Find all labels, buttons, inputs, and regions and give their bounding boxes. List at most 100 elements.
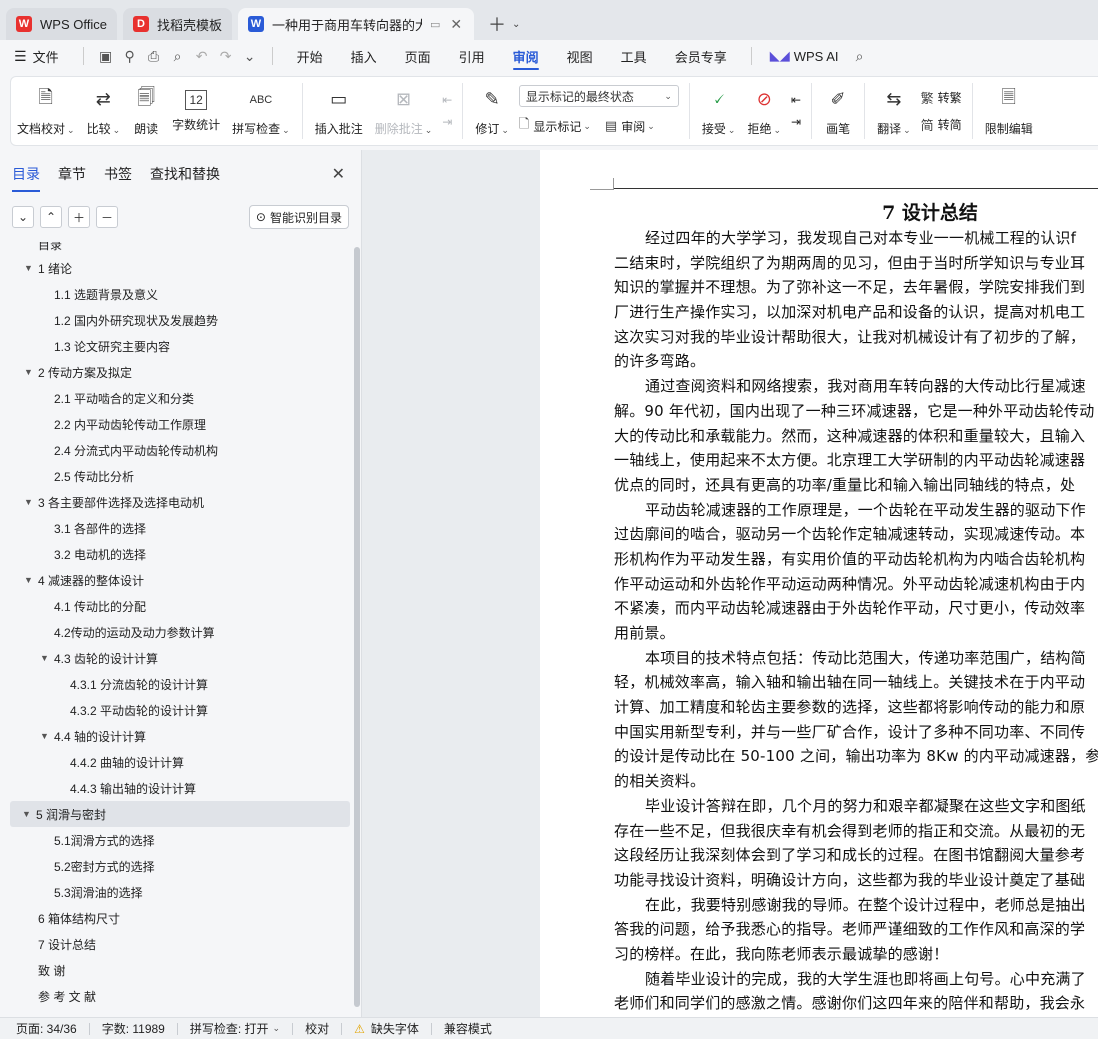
menu-tools[interactable]: 工具 <box>607 40 661 72</box>
document-body[interactable]: 经过四年的大学学习，我发现自己对本专业一一机械工程的认识f 二结束时，学院组织了为… <box>614 226 1098 1016</box>
menu-references[interactable]: 引用 <box>445 40 499 72</box>
wps-ai-button[interactable]: ◣◢ WPS AI <box>770 48 839 64</box>
menu-page[interactable]: 页面 <box>391 40 445 72</box>
toc-item[interactable]: 6 箱体结构尺寸 <box>0 905 352 931</box>
restrict-edit-button[interactable]: 🗏 限制编辑 <box>979 79 1039 143</box>
more-chevron-icon[interactable]: ⌄ <box>241 47 259 65</box>
review-pane-button[interactable]: ▤ 审阅 ⌄ <box>605 115 655 137</box>
previous-comment-icon[interactable]: ⇤ <box>442 93 452 107</box>
save-icon[interactable]: ▣ <box>97 47 115 65</box>
redo-icon[interactable]: ↷ <box>217 47 235 65</box>
document-page[interactable]: 7 设计总结 经过四年的大学学习，我发现自己对本专业一一机械工程的认识f 二结束时… <box>540 150 1098 1017</box>
tab-bookmarks[interactable]: 书签 <box>104 150 132 198</box>
toc-item[interactable]: 参 考 文 献 <box>0 983 352 1009</box>
toc-item[interactable]: 4.1 传动比的分配 <box>0 593 352 619</box>
toc-item[interactable]: 7 设计总结 <box>0 931 352 957</box>
spell-check-status[interactable]: 拼写检查: 打开 ⌄ <box>190 1020 280 1037</box>
collapse-arrow-icon[interactable]: ▼ <box>22 809 36 819</box>
search-icon[interactable]: ⌕ <box>851 47 869 65</box>
toc-item[interactable]: ▼ 4.3 齿轮的设计计算 <box>0 645 352 671</box>
proofread-status[interactable]: 校对 <box>305 1020 329 1037</box>
toc-scrollbar[interactable] <box>354 242 360 1012</box>
tab-screen-icon[interactable]: ▭ <box>430 18 440 31</box>
markup-select[interactable]: 显示标记的最终状态 ⌄ <box>518 85 679 107</box>
scrollbar-thumb[interactable] <box>354 247 360 1007</box>
brush-button[interactable]: ✐ 画笔 <box>818 79 858 143</box>
toc-item[interactable]: 1.1 选题背景及意义 <box>0 281 352 307</box>
toc-item[interactable]: ▼ 2 传动方案及拟定 <box>0 359 352 385</box>
close-tab-icon[interactable]: ✕ <box>450 16 462 33</box>
reject-button[interactable]: ⊘ 拒绝 ⌄ <box>741 79 787 143</box>
toc-item[interactable]: ▼ 4.4 轴的设计计算 <box>0 723 352 749</box>
tab-docer-templates[interactable]: D 找稻壳模板 <box>122 8 232 40</box>
compare-button[interactable]: ⇄ 比较 ⌄ <box>81 79 127 143</box>
toc-item[interactable]: 5.3润滑油的选择 <box>0 879 352 905</box>
toc-item[interactable]: 目录 <box>0 242 352 255</box>
toc-item[interactable]: 2.5 传动比分析 <box>0 463 352 489</box>
doc-check-button[interactable]: 🗎 文档校对 ⌄ <box>11 79 81 143</box>
new-tab-button[interactable]: ＋ ⌄ <box>480 8 528 40</box>
show-markup-button[interactable]: 🗋 显示标记 ⌄ <box>519 115 591 137</box>
to-simplified-button[interactable]: 简转简 <box>921 115 962 134</box>
undo-icon[interactable]: ↶ <box>193 47 211 65</box>
toc-item[interactable]: 4.3.1 分流齿轮的设计计算 <box>0 671 352 697</box>
toc-item[interactable]: 3.1 各部件的选择 <box>0 515 352 541</box>
collapse-arrow-icon[interactable]: ▼ <box>40 731 54 741</box>
chevron-down-icon[interactable]: ⌄ <box>512 19 520 30</box>
toc-item[interactable]: ▼ 4 减速器的整体设计 <box>0 567 352 593</box>
toc-item[interactable]: ▼ 3 各主要部件选择及选择电动机 <box>0 489 352 515</box>
toc-item[interactable]: 致 谢 <box>0 957 352 983</box>
add-heading-button[interactable]: ＋ <box>68 206 90 228</box>
toc-item[interactable]: 2.4 分流式内平动齿轮传动机构 <box>0 437 352 463</box>
menu-insert[interactable]: 插入 <box>337 40 391 72</box>
collapse-up-button[interactable]: ⌃ <box>40 206 62 228</box>
menu-view[interactable]: 视图 <box>553 40 607 72</box>
toc-item[interactable]: 4.4.2 曲轴的设计计算 <box>0 749 352 775</box>
delete-comment-button[interactable]: ⊠ 删除批注 ⌄ <box>369 79 439 143</box>
collapse-arrow-icon[interactable]: ▼ <box>24 575 38 585</box>
expand-down-button[interactable]: ⌄ <box>12 206 34 228</box>
revise-button[interactable]: ✎ 修订 ⌄ <box>469 79 515 143</box>
file-menu[interactable]: ☰ 文件 <box>14 47 59 66</box>
toc-item[interactable]: 2.1 平动啮合的定义和分类 <box>0 385 352 411</box>
previous-change-icon[interactable]: ⇤ <box>791 93 801 107</box>
to-traditional-button[interactable]: 繁转繁 <box>921 88 962 107</box>
tab-find-replace[interactable]: 查找和替换 <box>150 150 220 198</box>
toc-item[interactable]: ▼ 5 润滑与密封 <box>10 801 350 827</box>
share-icon[interactable]: ⚲ <box>121 47 139 65</box>
print-icon[interactable]: ⎙ <box>145 47 163 65</box>
read-aloud-button[interactable]: 🗐 朗读 <box>126 79 166 143</box>
toc-item[interactable]: 5.2密封方式的选择 <box>0 853 352 879</box>
print-preview-icon[interactable]: ⌕ <box>169 47 187 65</box>
toc-item[interactable]: 4.3.2 平动齿轮的设计计算 <box>0 697 352 723</box>
toc-item[interactable]: 3.2 电动机的选择 <box>0 541 352 567</box>
toc-item[interactable]: 2.2 内平动齿轮传动工作原理 <box>0 411 352 437</box>
spell-check-button[interactable]: ABC 拼写检查 ⌄ <box>226 79 296 143</box>
page-indicator[interactable]: 页面: 34/36 <box>16 1020 77 1037</box>
menu-review[interactable]: 审阅 <box>499 40 553 72</box>
toc-item[interactable]: 1.2 国内外研究现状及发展趋势 <box>0 307 352 333</box>
word-count-indicator[interactable]: 字数: 11989 <box>102 1020 165 1037</box>
missing-font-status[interactable]: ⚠ 缺失字体 <box>354 1020 419 1037</box>
toc-item[interactable]: 4.4.3 输出轴的设计计算 <box>0 775 352 801</box>
menu-member[interactable]: 会员专享 <box>661 40 741 72</box>
tab-toc[interactable]: 目录 <box>12 150 40 198</box>
collapse-arrow-icon[interactable]: ▼ <box>40 653 54 663</box>
toc-item[interactable]: 4.2传动的运动及动力参数计算 <box>0 619 352 645</box>
accept-button[interactable]: 🗸 接受 ⌄ <box>696 79 742 143</box>
close-icon[interactable]: ✕ <box>332 164 345 184</box>
translate-button[interactable]: ⇆ 翻译 ⌄ <box>871 79 917 143</box>
insert-comment-button[interactable]: ▭ 插入批注 <box>309 79 369 143</box>
toc-item[interactable]: 5.1润滑方式的选择 <box>0 827 352 853</box>
tab-current-document[interactable]: W 一种用于商用车转向器的大传动 ▭ ✕ <box>237 8 474 40</box>
word-count-button[interactable]: 12 字数统计 <box>166 79 226 143</box>
next-change-icon[interactable]: ⇥ <box>791 115 801 129</box>
tab-wps-office[interactable]: W WPS Office <box>6 8 117 40</box>
remove-heading-button[interactable]: － <box>96 206 118 228</box>
tab-sections[interactable]: 章节 <box>58 150 86 198</box>
collapse-arrow-icon[interactable]: ▼ <box>24 367 38 377</box>
toc-item[interactable]: 1.3 论文研究主要内容 <box>0 333 352 359</box>
collapse-arrow-icon[interactable]: ▼ <box>24 497 38 507</box>
menu-home[interactable]: 开始 <box>283 40 337 72</box>
next-comment-icon[interactable]: ⇥ <box>442 115 452 129</box>
